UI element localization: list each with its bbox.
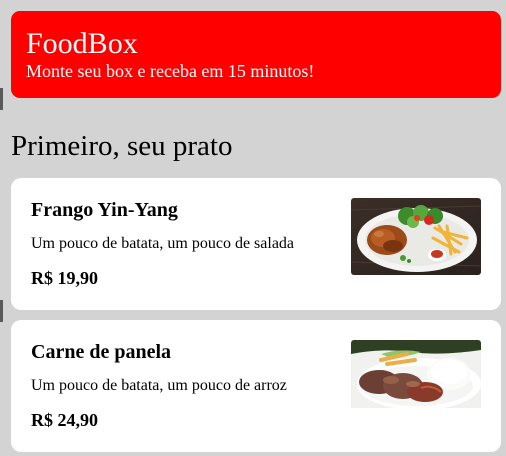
dish-name: Frango Yin-Yang xyxy=(31,199,178,221)
dish-description: Um pouco de batata, um pouco de arroz xyxy=(31,377,287,394)
app-title: FoodBox xyxy=(26,27,138,60)
dish-card[interactable]: Frango Yin-Yang Um pouco de batata, um p… xyxy=(11,178,501,310)
dish-image xyxy=(351,198,481,275)
edge-marker xyxy=(0,300,3,322)
dish-name: Carne de panela xyxy=(31,341,171,363)
dish-image xyxy=(351,340,481,417)
app-subtitle: Monte seu box e receba em 15 minutos! xyxy=(26,61,315,81)
section-title: Primeiro, seu prato xyxy=(11,130,233,162)
dish-card[interactable]: Carne de panela Um pouco de batata, um p… xyxy=(11,320,501,452)
dish-price: R$ 24,90 xyxy=(31,410,98,430)
dish-description: Um pouco de batata, um pouco de salada xyxy=(31,235,295,252)
edge-marker xyxy=(0,88,3,110)
dish-price: R$ 19,90 xyxy=(31,268,98,288)
app-header: FoodBox Monte seu box e receba em 15 min… xyxy=(11,11,501,98)
